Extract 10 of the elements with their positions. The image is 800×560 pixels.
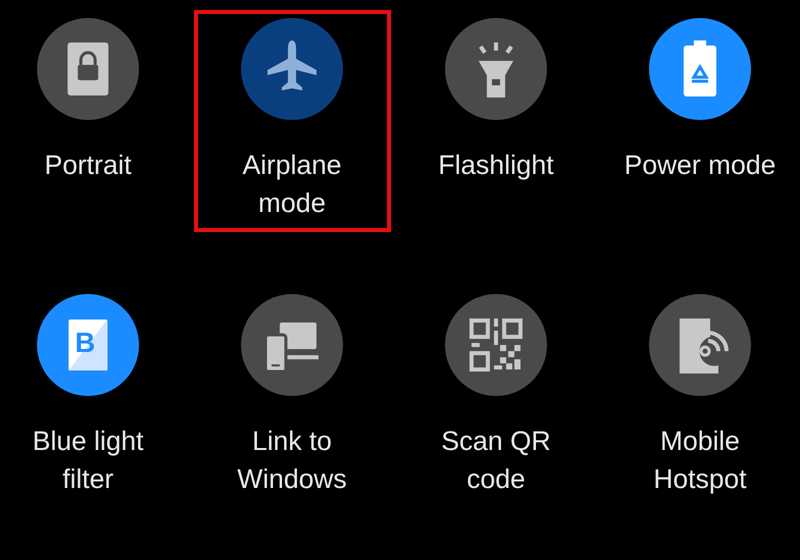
tile-label: Flashlight bbox=[437, 149, 555, 182]
tile-label: Power mode bbox=[623, 149, 777, 182]
letter-icon: B bbox=[75, 326, 96, 360]
tile-label: Airplane mode bbox=[241, 149, 343, 220]
tile-label: Blue light filter bbox=[31, 425, 145, 496]
tile-label: Scan QR code bbox=[440, 425, 552, 496]
tile-label: Mobile Hotspot bbox=[652, 425, 748, 496]
tile-label: Portrait bbox=[43, 149, 133, 182]
toggle-button[interactable]: B bbox=[37, 294, 139, 396]
tile-label: Link to Windows bbox=[236, 425, 348, 496]
